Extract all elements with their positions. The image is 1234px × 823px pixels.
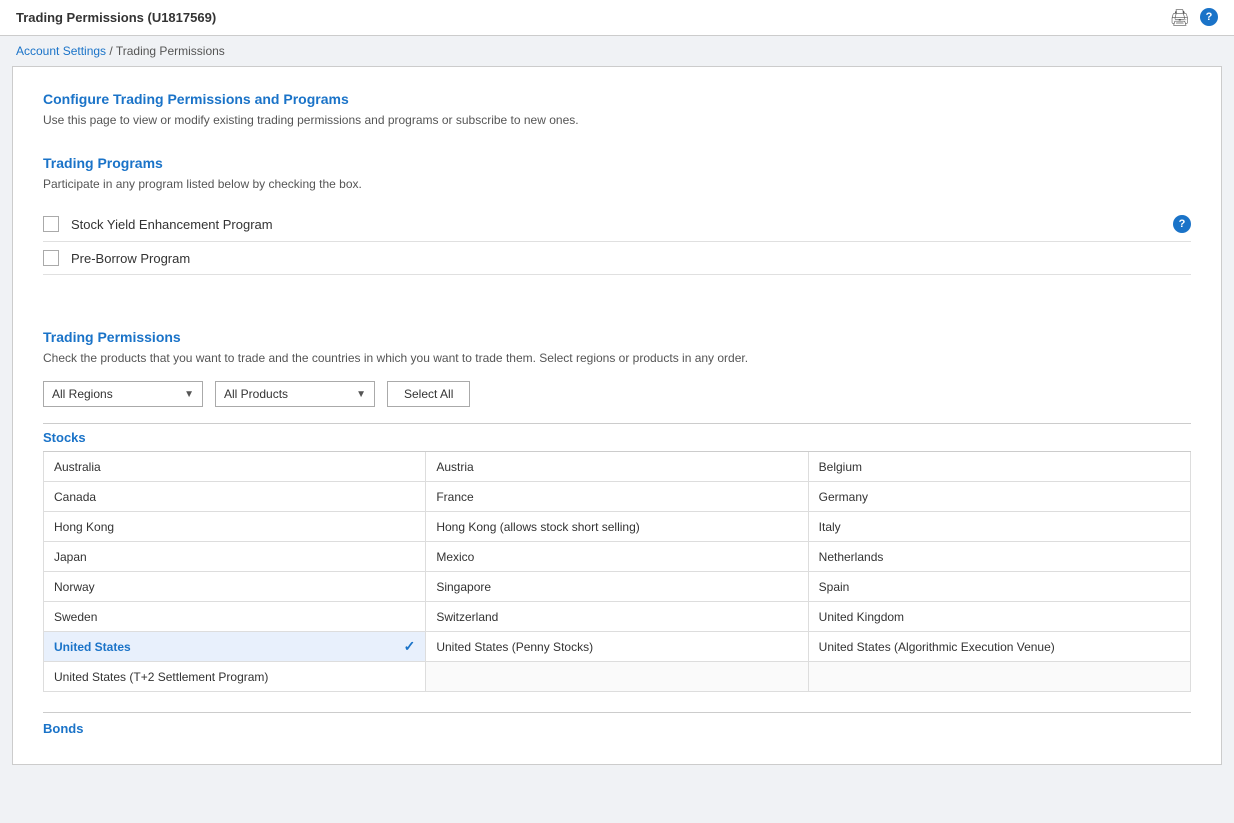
configure-title: Configure Trading Permissions and Progra… [43, 91, 1191, 107]
country-name: Japan [54, 550, 87, 564]
country-cell[interactable]: Mexico [426, 542, 808, 572]
pbp-checkbox[interactable] [43, 250, 59, 266]
print-icon[interactable]: 🖨 [1170, 8, 1190, 28]
country-cell[interactable]: Hong Kong (allows stock short selling) [426, 512, 808, 542]
country-cell[interactable]: Australia [44, 452, 426, 482]
country-cell[interactable]: Sweden [44, 602, 426, 632]
country-cell[interactable]: Spain [809, 572, 1191, 602]
country-cell[interactable]: Japan [44, 542, 426, 572]
country-name: Austria [436, 460, 473, 474]
country-cell[interactable] [426, 662, 808, 692]
country-name: Spain [819, 580, 850, 594]
trading-permissions-desc: Check the products that you want to trad… [43, 351, 1191, 365]
header-icons: 🖨 ? [1170, 8, 1218, 28]
country-name: United States (Algorithmic Execution Ven… [819, 640, 1055, 654]
syep-help-icon[interactable]: ? [1173, 215, 1191, 233]
country-cell[interactable]: United States (Algorithmic Execution Ven… [809, 632, 1191, 662]
products-label: All Products [224, 387, 288, 401]
country-name: Italy [819, 520, 841, 534]
country-name: Belgium [819, 460, 862, 474]
stocks-section: Stocks Australia Austria Belgium Canada Fran… [43, 423, 1191, 692]
country-name: Germany [819, 490, 868, 504]
syep-label: Stock Yield Enhancement Program [71, 217, 1161, 232]
country-cell[interactable]: Italy [809, 512, 1191, 542]
pbp-label: Pre-Borrow Program [71, 251, 1191, 266]
breadcrumb: Account Settings / Trading Permissions [0, 36, 1234, 66]
breadcrumb-account-settings[interactable]: Account Settings [16, 44, 106, 58]
bonds-title: Bonds [43, 712, 1191, 740]
country-cell[interactable]: Canada [44, 482, 426, 512]
country-cell[interactable]: Switzerland [426, 602, 808, 632]
country-name: United States (Penny Stocks) [436, 640, 593, 654]
program-row-syep: Stock Yield Enhancement Program ? [43, 207, 1191, 242]
filter-row: All Regions ▼ All Products ▼ Select All [43, 381, 1191, 407]
country-cell[interactable]: United States (T+2 Settlement Program) [44, 662, 426, 692]
country-cell[interactable] [809, 662, 1191, 692]
country-cell[interactable]: Austria [426, 452, 808, 482]
syep-checkbox[interactable] [43, 216, 59, 232]
country-cell[interactable]: France [426, 482, 808, 512]
country-cell[interactable]: Norway [44, 572, 426, 602]
trading-programs-title: Trading Programs [43, 155, 1191, 171]
trading-programs-desc: Participate in any program listed below … [43, 177, 1191, 191]
main-container: Configure Trading Permissions and Progra… [12, 66, 1222, 765]
trading-programs: Trading Programs Participate in any prog… [43, 155, 1191, 275]
country-cell[interactable]: Belgium [809, 452, 1191, 482]
page-title: Trading Permissions (U1817569) [16, 10, 216, 25]
country-cell[interactable]: Germany [809, 482, 1191, 512]
stocks-title: Stocks [43, 423, 1191, 452]
country-name: Hong Kong (allows stock short selling) [436, 520, 639, 534]
country-cell[interactable]: Hong Kong [44, 512, 426, 542]
country-name: Singapore [436, 580, 491, 594]
country-name: United States (T+2 Settlement Program) [54, 670, 268, 684]
country-name: Switzerland [436, 610, 498, 624]
country-cell[interactable]: United Kingdom [809, 602, 1191, 632]
country-name: United States [54, 640, 131, 654]
country-name: Hong Kong [54, 520, 114, 534]
breadcrumb-current: Trading Permissions [116, 44, 225, 58]
country-cell[interactable]: United States (Penny Stocks) [426, 632, 808, 662]
regions-label: All Regions [52, 387, 113, 401]
program-row-pbp: Pre-Borrow Program [43, 242, 1191, 275]
country-name: United Kingdom [819, 610, 904, 624]
country-cell[interactable]: Netherlands [809, 542, 1191, 572]
breadcrumb-separator: / [106, 44, 116, 58]
select-all-button[interactable]: Select All [387, 381, 470, 407]
products-dropdown[interactable]: All Products ▼ [215, 381, 375, 407]
configure-desc: Use this page to view or modify existing… [43, 113, 1191, 127]
country-name: Canada [54, 490, 96, 504]
country-cell[interactable]: Singapore [426, 572, 808, 602]
country-cell[interactable]: United States ✓ [44, 632, 426, 662]
country-name: Netherlands [819, 550, 884, 564]
country-grid: Australia Austria Belgium Canada France Germa… [43, 452, 1191, 692]
products-dropdown-arrow: ▼ [356, 389, 366, 400]
country-name: Norway [54, 580, 95, 594]
header: Trading Permissions (U1817569) 🖨 ? [0, 0, 1234, 36]
country-name: Australia [54, 460, 101, 474]
trading-permissions-section: Trading Permissions Check the products t… [43, 329, 1191, 740]
country-name: Sweden [54, 610, 97, 624]
check-icon: ✓ [404, 638, 416, 655]
configure-section: Configure Trading Permissions and Progra… [43, 91, 1191, 127]
regions-dropdown-arrow: ▼ [184, 389, 194, 400]
country-name: Mexico [436, 550, 474, 564]
trading-permissions-title: Trading Permissions [43, 329, 1191, 345]
country-name: France [436, 490, 473, 504]
help-icon[interactable]: ? [1200, 8, 1218, 26]
regions-dropdown[interactable]: All Regions ▼ [43, 381, 203, 407]
